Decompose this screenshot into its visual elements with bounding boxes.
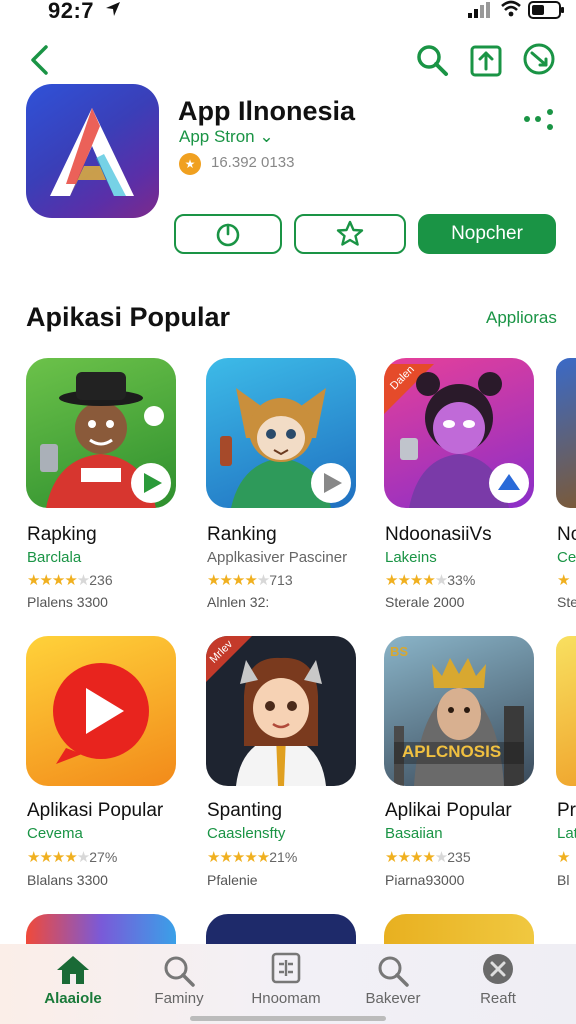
app-card-stars: ★★★★★235 xyxy=(385,849,471,866)
tab-recent[interactable]: Reaft xyxy=(443,944,553,1024)
app-card-price: Ste xyxy=(557,594,576,610)
app-card-price: Blalans 3300 xyxy=(27,872,108,888)
section-title: Apikasi Popular xyxy=(26,302,231,332)
app-card-stars: ★★★★★236 xyxy=(27,572,113,589)
app-card-rating: 21% xyxy=(269,849,298,865)
app-card-subtitle: Applkasiver Pasciner xyxy=(207,549,348,566)
app-card-image[interactable] xyxy=(556,358,576,508)
app-card-stars: ★ xyxy=(557,572,570,589)
app-card-rating: 33% xyxy=(447,572,476,588)
home-icon xyxy=(57,956,89,984)
more-dots-icon[interactable] xyxy=(522,108,556,132)
star-icon xyxy=(336,220,364,246)
install-button[interactable]: Nopcher xyxy=(418,214,556,254)
app-card-rating: 27% xyxy=(89,849,118,865)
app-card-subtitle: Cevema xyxy=(27,825,83,842)
app-card-rating: 713 xyxy=(269,572,293,588)
tab-home[interactable]: Alaaiole xyxy=(18,944,128,1024)
app-card-stars: ★★★★★21% xyxy=(207,849,298,866)
bottom-tab-bar: Alaaiole Faminy Hnoomam Bakever Reaft xyxy=(0,944,576,1024)
app-card-stars: ★★★★★713 xyxy=(207,572,293,589)
status-bar: 92:7 xyxy=(0,0,576,24)
app-card-image[interactable] xyxy=(206,358,356,508)
app-card-image[interactable]: Dalen xyxy=(384,358,534,508)
section-see-all-link[interactable]: Applioras xyxy=(486,308,557,328)
app-card-subtitle: Lakeins xyxy=(385,549,437,566)
app-store-link[interactable]: App Stron ⌄ xyxy=(179,127,274,147)
app-card-title[interactable]: Spanting xyxy=(207,800,282,822)
app-card-stars: ★★★★★33% xyxy=(385,572,476,589)
tab-label: Reaft xyxy=(480,990,516,1007)
search-icon xyxy=(378,956,409,987)
app-card-stars: ★ xyxy=(557,849,570,866)
tab-search-2[interactable]: Bakever xyxy=(338,944,448,1024)
power-timer-icon xyxy=(216,223,240,247)
tab-label: Bakever xyxy=(365,990,421,1007)
app-card-subtitle: Lat xyxy=(557,825,576,842)
share-icon[interactable] xyxy=(470,43,502,77)
location-arrow-icon xyxy=(106,2,120,16)
app-card-rating: 235 xyxy=(447,849,471,865)
app-card-title[interactable]: Aplikasi Popular xyxy=(27,800,163,822)
app-card-title[interactable]: Pr xyxy=(557,800,576,822)
favorite-button[interactable] xyxy=(294,214,406,254)
timer-button[interactable] xyxy=(174,214,282,254)
app-card-price: Piarna93000 xyxy=(385,872,465,888)
card-corner-badge: BS xyxy=(390,644,409,659)
app-icon xyxy=(26,84,159,218)
wifi-icon xyxy=(501,0,521,17)
app-card-stars: ★★★★★27% xyxy=(27,849,118,866)
app-card-title[interactable]: Ranking xyxy=(207,524,277,546)
tab-label: Alaaiole xyxy=(44,990,102,1007)
app-card-image[interactable]: Mrlev xyxy=(206,636,356,786)
app-card-price: Alnlen 32: xyxy=(207,594,270,610)
rating-badge-icon: ★ xyxy=(179,153,201,175)
search-icon xyxy=(164,956,195,987)
battery-icon xyxy=(528,1,564,19)
app-card-subtitle: Barclala xyxy=(27,549,82,566)
app-card-subtitle: Ce xyxy=(557,549,576,566)
app-card-rating: 236 xyxy=(89,572,113,588)
compass-icon[interactable] xyxy=(522,42,556,76)
app-card-price: Bl xyxy=(557,872,570,888)
app-card-image[interactable] xyxy=(26,358,176,508)
search-icon[interactable] xyxy=(414,42,450,78)
app-name: App Ilnonesia xyxy=(178,96,356,126)
signal-icon xyxy=(468,2,490,18)
card-banner-text: APLCNOSIS xyxy=(402,742,502,761)
home-indicator xyxy=(190,1016,386,1021)
app-card-subtitle: Caaslensfty xyxy=(207,825,286,842)
app-card-title[interactable]: No xyxy=(557,524,576,546)
app-card-price: Sterale 2000 xyxy=(385,594,465,610)
status-time: 92:7 xyxy=(48,0,95,23)
app-card-price: Pfalenie xyxy=(207,872,258,888)
tab-search[interactable]: Faminy xyxy=(124,944,234,1024)
grid-icon xyxy=(271,952,301,984)
tab-label: Faminy xyxy=(154,990,204,1007)
app-card-subtitle: Basaiian xyxy=(385,825,443,842)
tab-label: Hnoomam xyxy=(251,990,321,1007)
app-card-image[interactable] xyxy=(26,636,176,786)
app-card-title[interactable]: Aplikai Popular xyxy=(385,800,512,822)
app-card-title[interactable]: Rapking xyxy=(27,524,97,546)
app-card-image[interactable]: APLCNOSIS BS xyxy=(384,636,534,786)
tab-grid[interactable]: Hnoomam xyxy=(231,944,341,1024)
clock-icon xyxy=(483,954,513,984)
app-rating-count: 16.392 0133 xyxy=(211,154,295,171)
app-card-image[interactable] xyxy=(556,636,576,786)
back-chevron-icon[interactable] xyxy=(26,44,52,76)
app-card-price: Plalens 3300 xyxy=(27,594,108,610)
app-card-title[interactable]: NdoonasiiVs xyxy=(385,524,492,546)
